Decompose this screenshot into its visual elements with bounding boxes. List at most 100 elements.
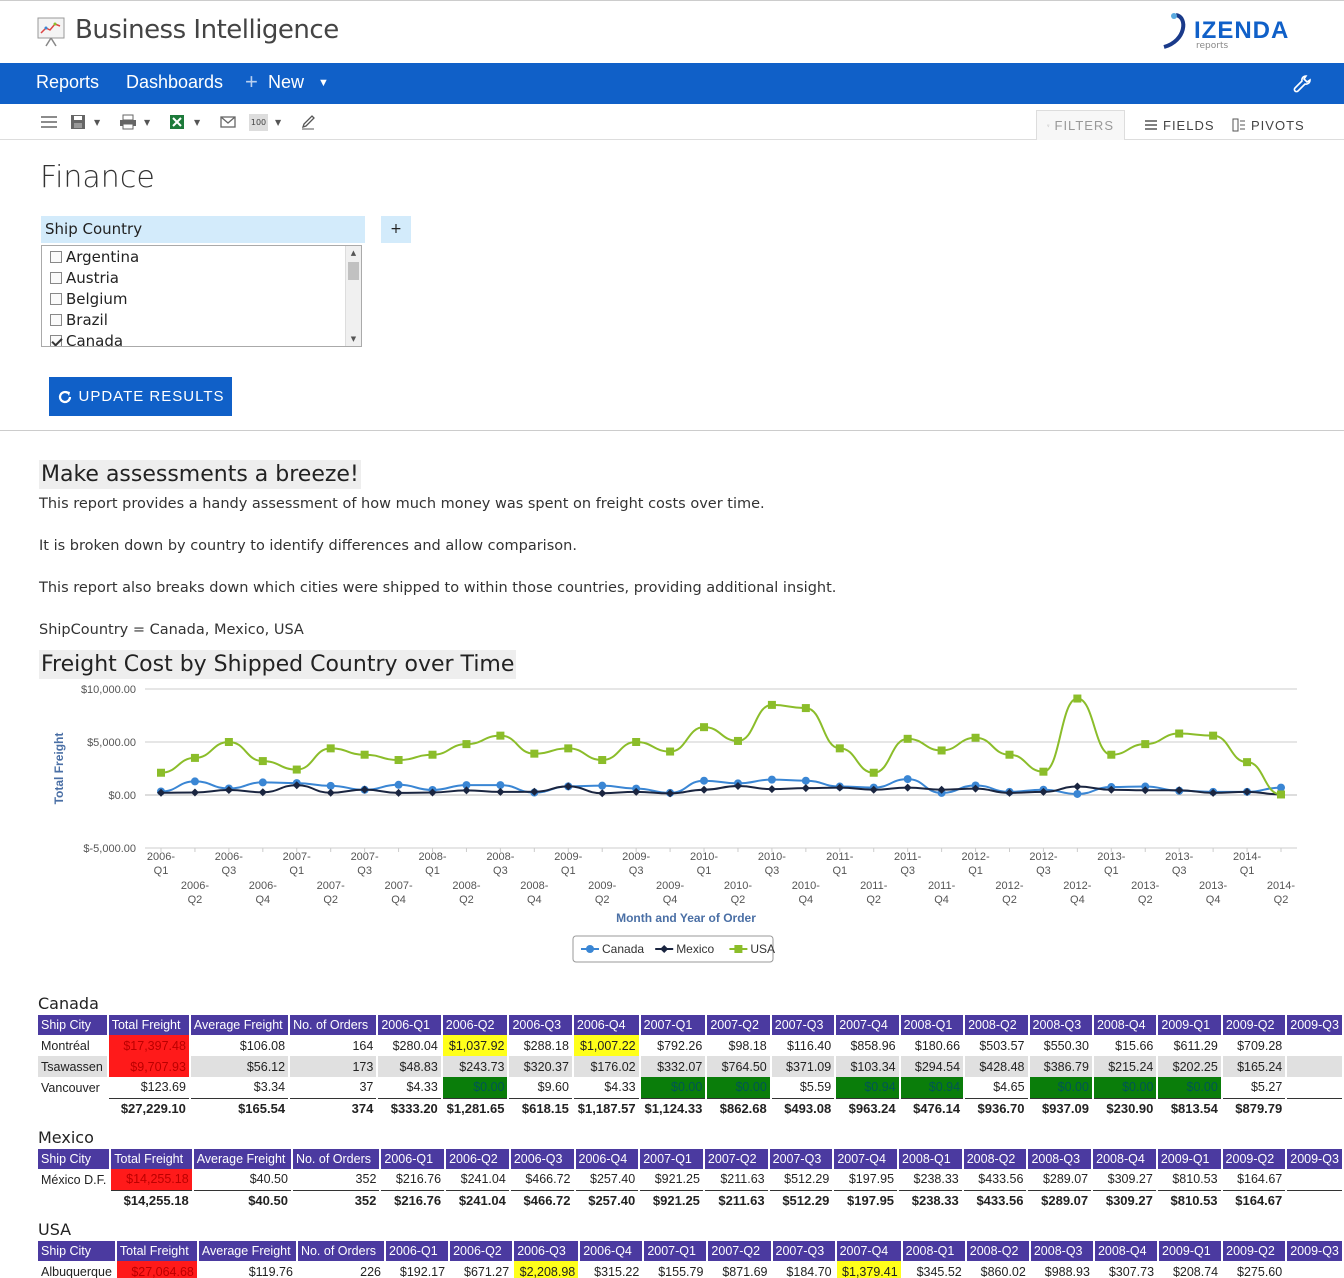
column-header[interactable]: 2008-Q3: [1028, 1015, 1094, 1035]
nav-new[interactable]: New: [268, 72, 304, 93]
checkbox[interactable]: [50, 250, 62, 263]
column-header[interactable]: 2008-Q4: [1092, 1149, 1158, 1169]
filter-option[interactable]: Argentina: [42, 246, 361, 267]
column-header[interactable]: 2008-Q2: [965, 1241, 1031, 1261]
column-header[interactable]: 2009-Q1: [1156, 1149, 1223, 1169]
column-header[interactable]: No. of Orders: [291, 1149, 382, 1169]
column-header[interactable]: 2007-Q1: [639, 1149, 705, 1169]
column-header[interactable]: 2009-Q3: [1286, 1015, 1344, 1035]
checkbox[interactable]: [50, 271, 62, 284]
tab-pivots[interactable]: PIVOTS: [1222, 110, 1315, 140]
data-point: [1243, 758, 1252, 767]
column-header[interactable]: 2009-Q2: [1222, 1241, 1288, 1261]
tab-fields[interactable]: FIELDS: [1134, 110, 1225, 140]
column-header[interactable]: 2007-Q1: [639, 1015, 708, 1035]
y-tick-label: $5,000.00: [87, 737, 136, 749]
email-icon[interactable]: [220, 112, 236, 132]
column-header[interactable]: 2007-Q4: [835, 1241, 903, 1261]
column-header[interactable]: 2006-Q1: [380, 1149, 447, 1169]
column-header[interactable]: No. of Orders: [289, 1015, 379, 1035]
filter-field-label[interactable]: Ship Country: [41, 216, 365, 243]
column-header[interactable]: 2009-Q2: [1221, 1015, 1288, 1035]
column-header[interactable]: Total Freight: [115, 1241, 199, 1261]
save-dropdown-icon[interactable]: ▼: [94, 112, 100, 132]
print-dropdown-icon[interactable]: ▼: [144, 112, 150, 132]
column-header[interactable]: 2007-Q3: [771, 1241, 837, 1261]
table-cell: $164.67: [1221, 1169, 1288, 1190]
wrench-icon[interactable]: [1292, 74, 1312, 94]
column-header[interactable]: No. of Orders: [296, 1241, 387, 1261]
filter-options-list[interactable]: Argentina Austria Belgium Brazil Canada …: [41, 245, 362, 347]
menu-icon[interactable]: [40, 112, 58, 132]
filter-option[interactable]: Austria: [42, 267, 361, 288]
scroll-up-icon[interactable]: ▲: [346, 246, 361, 260]
table-cell: $197.95: [833, 1169, 900, 1190]
excel-icon[interactable]: [169, 112, 185, 132]
zoom-value[interactable]: 100: [249, 114, 268, 131]
print-icon[interactable]: [119, 112, 137, 132]
column-header[interactable]: 2008-Q2: [964, 1015, 1030, 1035]
scroll-down-icon[interactable]: ▼: [346, 332, 361, 346]
column-header[interactable]: 2006-Q4: [572, 1015, 641, 1035]
column-header[interactable]: 2006-Q2: [441, 1015, 510, 1035]
table-total-row: $27,229.10 $165.54 374 $333.20 $1,281.65 $618…: [38, 1097, 1344, 1119]
scroll-thumb[interactable]: [348, 262, 359, 280]
filter-option[interactable]: Canada: [42, 330, 361, 346]
filter-option[interactable]: Belgium: [42, 288, 361, 309]
column-header[interactable]: 2008-Q2: [962, 1149, 1029, 1169]
column-header[interactable]: 2007-Q4: [835, 1015, 901, 1035]
column-header[interactable]: 2007-Q4: [833, 1149, 900, 1169]
column-header[interactable]: 2008-Q1: [898, 1149, 964, 1169]
table-cell: $0.94: [835, 1077, 901, 1098]
new-dropdown-icon[interactable]: ▼: [318, 77, 329, 89]
column-header[interactable]: 2008-Q3: [1029, 1241, 1095, 1261]
column-header[interactable]: 2007-Q3: [768, 1149, 835, 1169]
column-header[interactable]: 2006-Q3: [509, 1149, 576, 1169]
column-header[interactable]: 2008-Q1: [901, 1241, 967, 1261]
column-header[interactable]: 2008-Q4: [1093, 1241, 1160, 1261]
column-header[interactable]: Average Freight: [197, 1241, 298, 1261]
column-header[interactable]: 2006-Q3: [513, 1241, 581, 1261]
column-header[interactable]: 2009-Q1: [1157, 1015, 1223, 1035]
column-header[interactable]: 2007-Q2: [703, 1149, 770, 1169]
checkbox-checked[interactable]: [50, 334, 62, 346]
zoom-dropdown-icon[interactable]: ▼: [275, 112, 281, 132]
column-header[interactable]: Average Freight: [192, 1149, 293, 1169]
column-header[interactable]: Ship City: [38, 1149, 112, 1169]
column-header[interactable]: 2006-Q1: [377, 1015, 443, 1035]
column-header[interactable]: Total Freight: [107, 1015, 191, 1035]
column-header[interactable]: 2008-Q3: [1027, 1149, 1094, 1169]
column-header[interactable]: 2009-Q1: [1158, 1241, 1224, 1261]
scrollbar[interactable]: ▲ ▼: [345, 246, 361, 346]
add-filter-button[interactable]: +: [381, 216, 411, 243]
column-header[interactable]: 2008-Q4: [1092, 1015, 1159, 1035]
export-dropdown-icon[interactable]: ▼: [194, 112, 200, 132]
column-header[interactable]: 2009-Q2: [1221, 1149, 1288, 1169]
column-header[interactable]: 2007-Q2: [706, 1015, 772, 1035]
filter-option[interactable]: Brazil: [42, 309, 361, 330]
column-header[interactable]: 2006-Q2: [449, 1241, 515, 1261]
save-icon[interactable]: [70, 112, 86, 132]
checkbox[interactable]: [50, 313, 62, 326]
checkbox[interactable]: [50, 292, 62, 305]
column-header[interactable]: 2006-Q3: [508, 1015, 574, 1035]
column-header[interactable]: 2006-Q2: [445, 1149, 511, 1169]
nav-dashboards[interactable]: Dashboards: [126, 72, 223, 93]
tab-filters[interactable]: FILTERS: [1036, 110, 1125, 140]
pencil-icon[interactable]: [300, 112, 316, 132]
column-header[interactable]: Ship City: [38, 1015, 109, 1035]
column-header[interactable]: 2006-Q4: [574, 1149, 641, 1169]
column-header[interactable]: 2008-Q1: [899, 1015, 966, 1035]
column-header[interactable]: 2006-Q1: [385, 1241, 451, 1261]
column-header[interactable]: 2007-Q3: [770, 1015, 837, 1035]
column-header[interactable]: 2007-Q1: [643, 1241, 709, 1261]
column-header[interactable]: Ship City: [38, 1241, 117, 1261]
column-header[interactable]: 2009-Q3: [1286, 1241, 1344, 1261]
update-results-button[interactable]: UPDATE RESULTS: [49, 377, 232, 416]
column-header[interactable]: 2009-Q3: [1286, 1149, 1344, 1169]
column-header[interactable]: 2006-Q4: [579, 1241, 645, 1261]
column-header[interactable]: 2007-Q2: [707, 1241, 773, 1261]
column-header[interactable]: Average Freight: [189, 1015, 291, 1035]
nav-reports[interactable]: Reports: [36, 72, 99, 93]
column-header[interactable]: Total Freight: [110, 1149, 194, 1169]
